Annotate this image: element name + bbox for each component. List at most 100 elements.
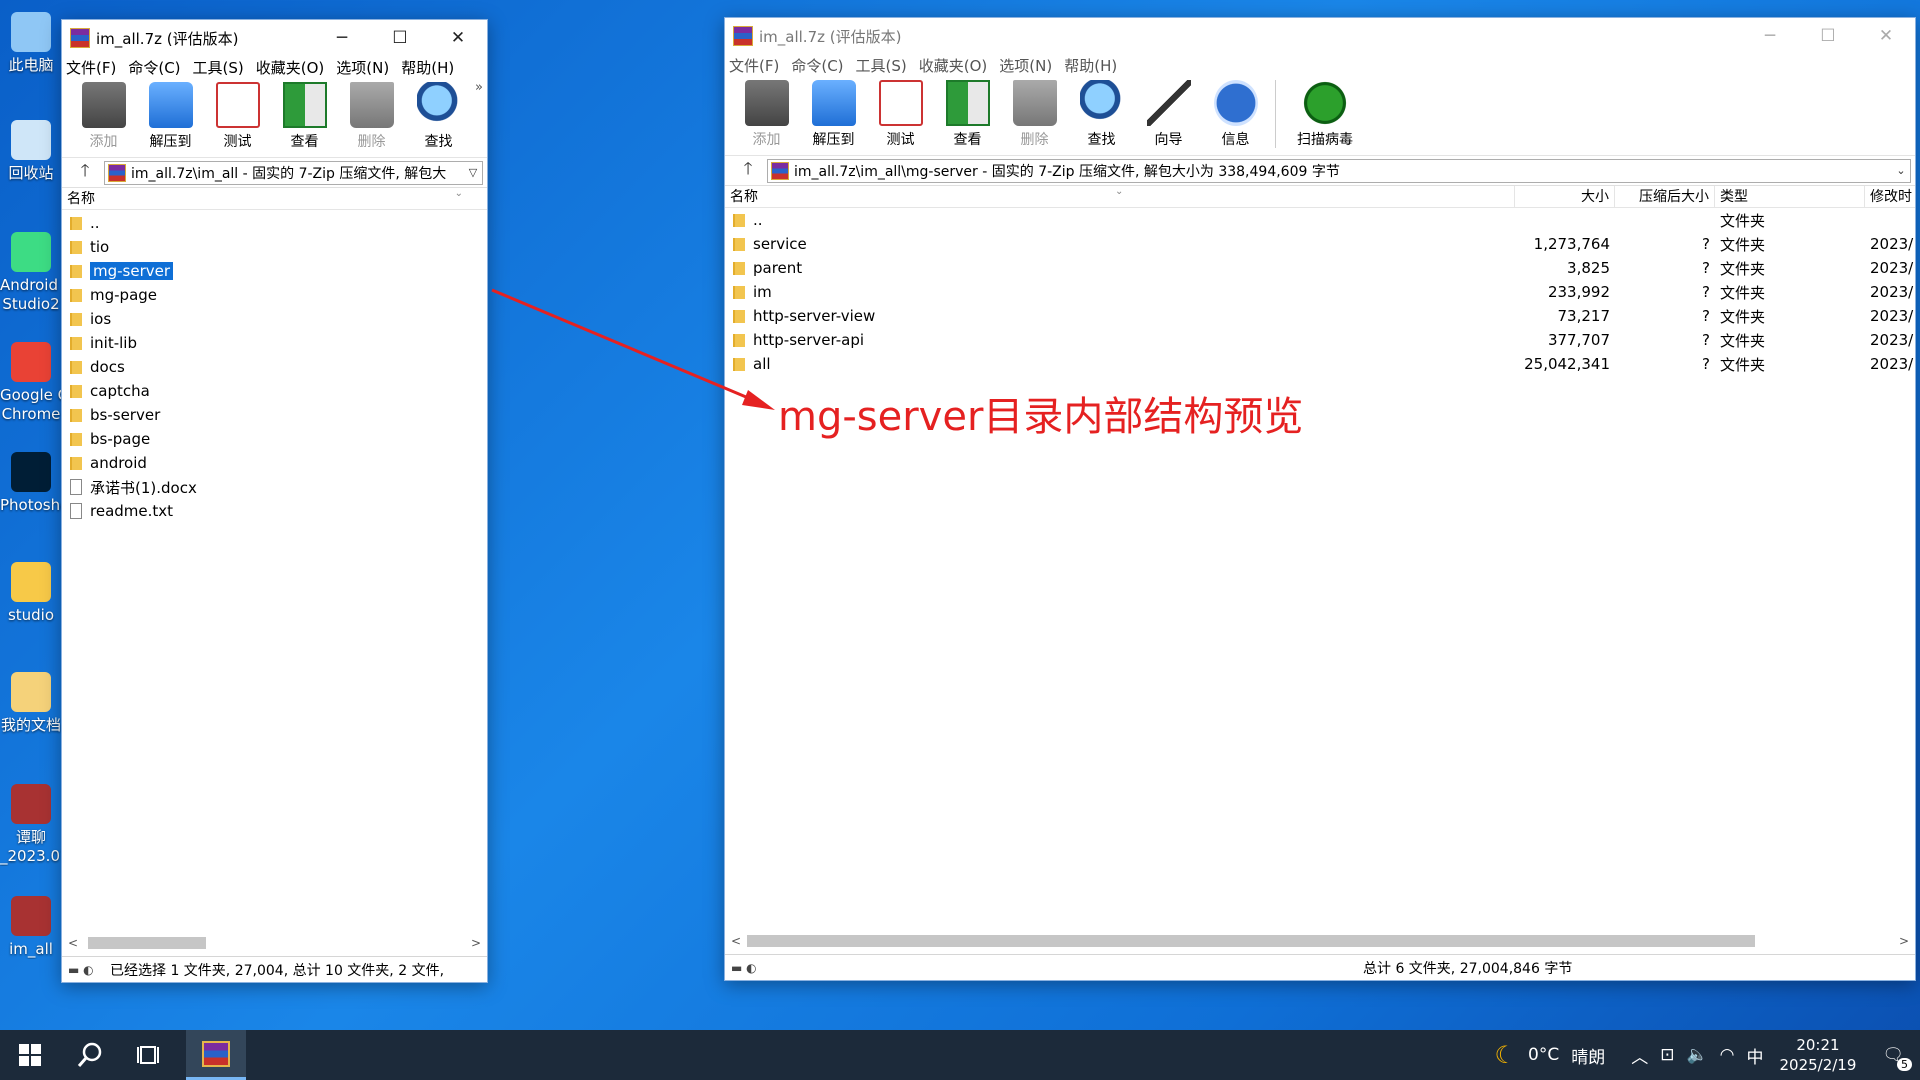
header-name[interactable]: 名称 bbox=[62, 188, 487, 210]
menu-item[interactable]: 命令(C) bbox=[128, 57, 180, 78]
scroll-right-icon[interactable]: > bbox=[1895, 934, 1913, 948]
table-row[interactable]: service 1,273,764? 文件夹 2023/ bbox=[725, 232, 1915, 256]
menu-item[interactable]: 工具(S) bbox=[856, 55, 907, 76]
menu-item[interactable]: 文件(F) bbox=[729, 55, 779, 76]
header-modified[interactable]: 修改时 bbox=[1865, 186, 1915, 208]
list-item[interactable]: 承诺书(1).docx bbox=[62, 475, 487, 499]
right-address-field[interactable]: im_all.7z\im_all\mg-server - 固实的 7-Zip 压… bbox=[767, 158, 1911, 183]
maximize-button[interactable]: ☐ bbox=[1799, 18, 1857, 54]
list-item[interactable]: bs-page bbox=[62, 427, 487, 451]
menu-item[interactable]: 工具(S) bbox=[193, 57, 244, 78]
menu-item[interactable]: 文件(F) bbox=[66, 57, 116, 78]
list-item[interactable]: mg-server bbox=[62, 259, 487, 283]
scroll-thumb[interactable] bbox=[88, 937, 206, 949]
table-row[interactable]: im 233,992? 文件夹 2023/ bbox=[725, 280, 1915, 304]
taskbar-winrar-button[interactable] bbox=[186, 1030, 246, 1080]
toolbar-button-view[interactable]: 查看 bbox=[271, 82, 338, 151]
weather-moon-icon[interactable]: ☾ bbox=[1489, 1041, 1523, 1069]
table-row[interactable]: parent 3,825? 文件夹 2023/ bbox=[725, 256, 1915, 280]
toolbar-button-add[interactable]: 添加 bbox=[733, 80, 800, 149]
left-file-list: .. tio mg-server mg-page ios init-lib docs capt… bbox=[62, 210, 487, 523]
table-row[interactable]: all 25,042,341? 文件夹 2023/ bbox=[725, 352, 1915, 376]
table-row[interactable]: .. 文件夹 bbox=[725, 208, 1915, 232]
up-arrow-icon[interactable]: 🡑 bbox=[66, 158, 104, 187]
desktop-icon[interactable]: 我的文档 bbox=[0, 672, 62, 735]
toolbar-button-test[interactable]: 测试 bbox=[867, 80, 934, 149]
toolbar-button-wizard[interactable]: 向导 bbox=[1135, 80, 1202, 149]
toolbar-button-view[interactable]: 查看 bbox=[934, 80, 1001, 149]
folder-icon bbox=[70, 455, 82, 471]
close-button[interactable]: ✕ bbox=[1857, 18, 1915, 54]
desktop-icon[interactable]: 谭聊_2023.07 bbox=[0, 784, 62, 866]
toolbar-overflow-icon[interactable]: » bbox=[475, 80, 483, 95]
minimize-button[interactable]: ─ bbox=[1741, 18, 1799, 54]
scroll-right-icon[interactable]: > bbox=[467, 936, 485, 950]
scroll-left-icon[interactable]: < bbox=[727, 934, 745, 948]
header-packed[interactable]: 压缩后大小 bbox=[1615, 185, 1715, 208]
toolbar-button-find[interactable]: 查找 bbox=[1068, 80, 1135, 149]
list-item[interactable]: android bbox=[62, 451, 487, 475]
notification-icon[interactable]: 🗨 5 bbox=[1866, 1045, 1920, 1071]
list-item[interactable]: ios bbox=[62, 307, 487, 331]
menu-item[interactable]: 收藏夹(O) bbox=[256, 57, 325, 78]
wifi-icon[interactable]: ◠ bbox=[1714, 1045, 1741, 1065]
weather-temp[interactable]: 0°C bbox=[1522, 1045, 1565, 1065]
table-row[interactable]: http-server-api 377,707? 文件夹 2023/ bbox=[725, 328, 1915, 352]
toolbar-button-extract[interactable]: 解压到 bbox=[800, 80, 867, 149]
minimize-button[interactable]: ─ bbox=[313, 20, 371, 56]
left-address-field[interactable]: im_all.7z\im_all - 固实的 7-Zip 压缩文件, 解包大 ▽ bbox=[104, 160, 483, 185]
table-row[interactable]: http-server-view 73,217? 文件夹 2023/ bbox=[725, 304, 1915, 328]
list-item[interactable]: mg-page bbox=[62, 283, 487, 307]
list-item[interactable]: .. bbox=[62, 211, 487, 235]
tray-chevron-up-icon[interactable]: ︿ bbox=[1625, 1043, 1654, 1068]
list-item[interactable]: docs bbox=[62, 355, 487, 379]
list-item[interactable]: readme.txt bbox=[62, 499, 487, 523]
list-item[interactable]: captcha bbox=[62, 379, 487, 403]
menu-item[interactable]: 选项(N) bbox=[336, 57, 389, 78]
menu-item[interactable]: 收藏夹(O) bbox=[919, 55, 988, 76]
weather-desc[interactable]: 晴朗 bbox=[1565, 1043, 1611, 1068]
toolbar-button-extract[interactable]: 解压到 bbox=[137, 82, 204, 151]
chevron-down-icon[interactable]: ▽ bbox=[464, 166, 482, 179]
toolbar-button-find[interactable]: 查找 bbox=[405, 82, 472, 151]
scroll-thumb[interactable] bbox=[747, 935, 1755, 947]
search-icon[interactable] bbox=[60, 1030, 120, 1080]
toolbar-button-info[interactable]: 信息 bbox=[1202, 80, 1269, 149]
task-view-icon[interactable] bbox=[120, 1030, 180, 1080]
chevron-down-icon[interactable]: ⌄ bbox=[1892, 164, 1910, 177]
right-titlebar[interactable]: im_all.7z (评估版本) ─ ☐ ✕ bbox=[725, 18, 1915, 54]
list-item[interactable]: bs-server bbox=[62, 403, 487, 427]
toolbar-button-delete[interactable]: 删除 bbox=[1001, 80, 1068, 149]
header-type[interactable]: 类型 bbox=[1715, 185, 1865, 208]
desktop-icon[interactable]: studio bbox=[0, 562, 62, 625]
menu-item[interactable]: 帮助(H) bbox=[1064, 55, 1117, 76]
header-size[interactable]: 大小 bbox=[1515, 185, 1615, 208]
toolbar-button-delete[interactable]: 删除 bbox=[338, 82, 405, 151]
ime-indicator[interactable]: 中 bbox=[1740, 1043, 1769, 1068]
left-hscrollbar[interactable]: < > bbox=[64, 934, 485, 952]
scroll-left-icon[interactable]: < bbox=[64, 936, 82, 950]
desktop-icon[interactable]: Photoshop bbox=[0, 452, 62, 515]
up-arrow-icon[interactable]: 🡑 bbox=[729, 156, 767, 185]
right-hscrollbar[interactable]: < > bbox=[727, 932, 1913, 950]
volume-icon[interactable]: 🔈 bbox=[1680, 1045, 1713, 1065]
toolbar-button-add[interactable]: 添加 bbox=[70, 82, 137, 151]
desktop-icon[interactable]: 回收站 bbox=[0, 120, 62, 183]
menu-item[interactable]: 选项(N) bbox=[999, 55, 1052, 76]
toolbar-button-virus-scan[interactable]: 扫描病毒 bbox=[1282, 80, 1368, 149]
left-titlebar[interactable]: im_all.7z (评估版本) ─ ☐ ✕ bbox=[62, 20, 487, 56]
menu-item[interactable]: 命令(C) bbox=[791, 55, 843, 76]
start-button[interactable] bbox=[0, 1030, 60, 1080]
desktop-icon[interactable]: Google ChromeChrome bbox=[0, 342, 62, 424]
list-item[interactable]: init-lib bbox=[62, 331, 487, 355]
network-device-icon[interactable]: ⊡ bbox=[1654, 1045, 1680, 1065]
desktop-icon[interactable]: im_all bbox=[0, 896, 62, 959]
desktop-icon[interactable]: Android StudioStudio2 bbox=[0, 232, 62, 314]
list-item[interactable]: tio bbox=[62, 235, 487, 259]
desktop-icon[interactable]: 此电脑 bbox=[0, 12, 62, 75]
menu-item[interactable]: 帮助(H) bbox=[401, 57, 454, 78]
clock[interactable]: 20:21 2025/2/19 bbox=[1769, 1035, 1866, 1075]
toolbar-button-test[interactable]: 测试 bbox=[204, 82, 271, 151]
maximize-button[interactable]: ☐ bbox=[371, 20, 429, 56]
close-button[interactable]: ✕ bbox=[429, 20, 487, 56]
